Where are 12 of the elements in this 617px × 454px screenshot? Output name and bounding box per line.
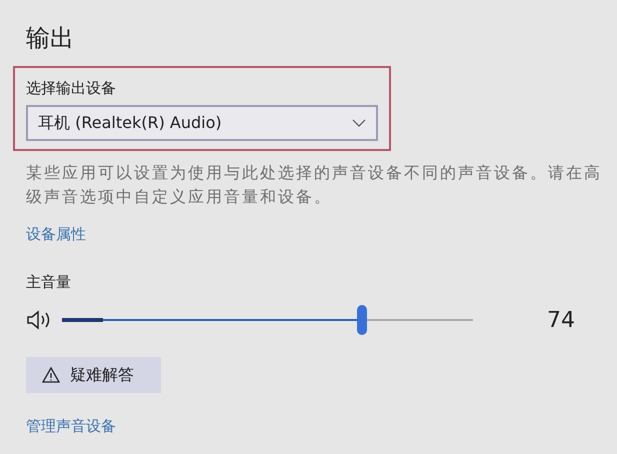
section-title: 输出 (26, 23, 75, 54)
chevron-down-icon (352, 119, 366, 127)
field-label: 选择输出设备 (26, 78, 117, 99)
warning-icon (42, 367, 60, 383)
device-properties-link[interactable]: 设备属性 (26, 223, 86, 245)
troubleshoot-button[interactable]: 疑难解答 (26, 357, 161, 393)
volume-reading: 74 (547, 308, 575, 332)
slider-thumb[interactable] (357, 305, 368, 335)
description-text: 某些应用可以设置为使用与此处选择的声音设备不同的声音设备。请在高级声音选项中自定义应用音量和设备。 (26, 162, 603, 208)
device-dropdown[interactable]: 耳机 (Realtek(R) Audio) (26, 105, 378, 141)
volume-label: 主音量 (26, 272, 72, 293)
manage-devices-link[interactable]: 管理声音设备 (26, 415, 116, 437)
